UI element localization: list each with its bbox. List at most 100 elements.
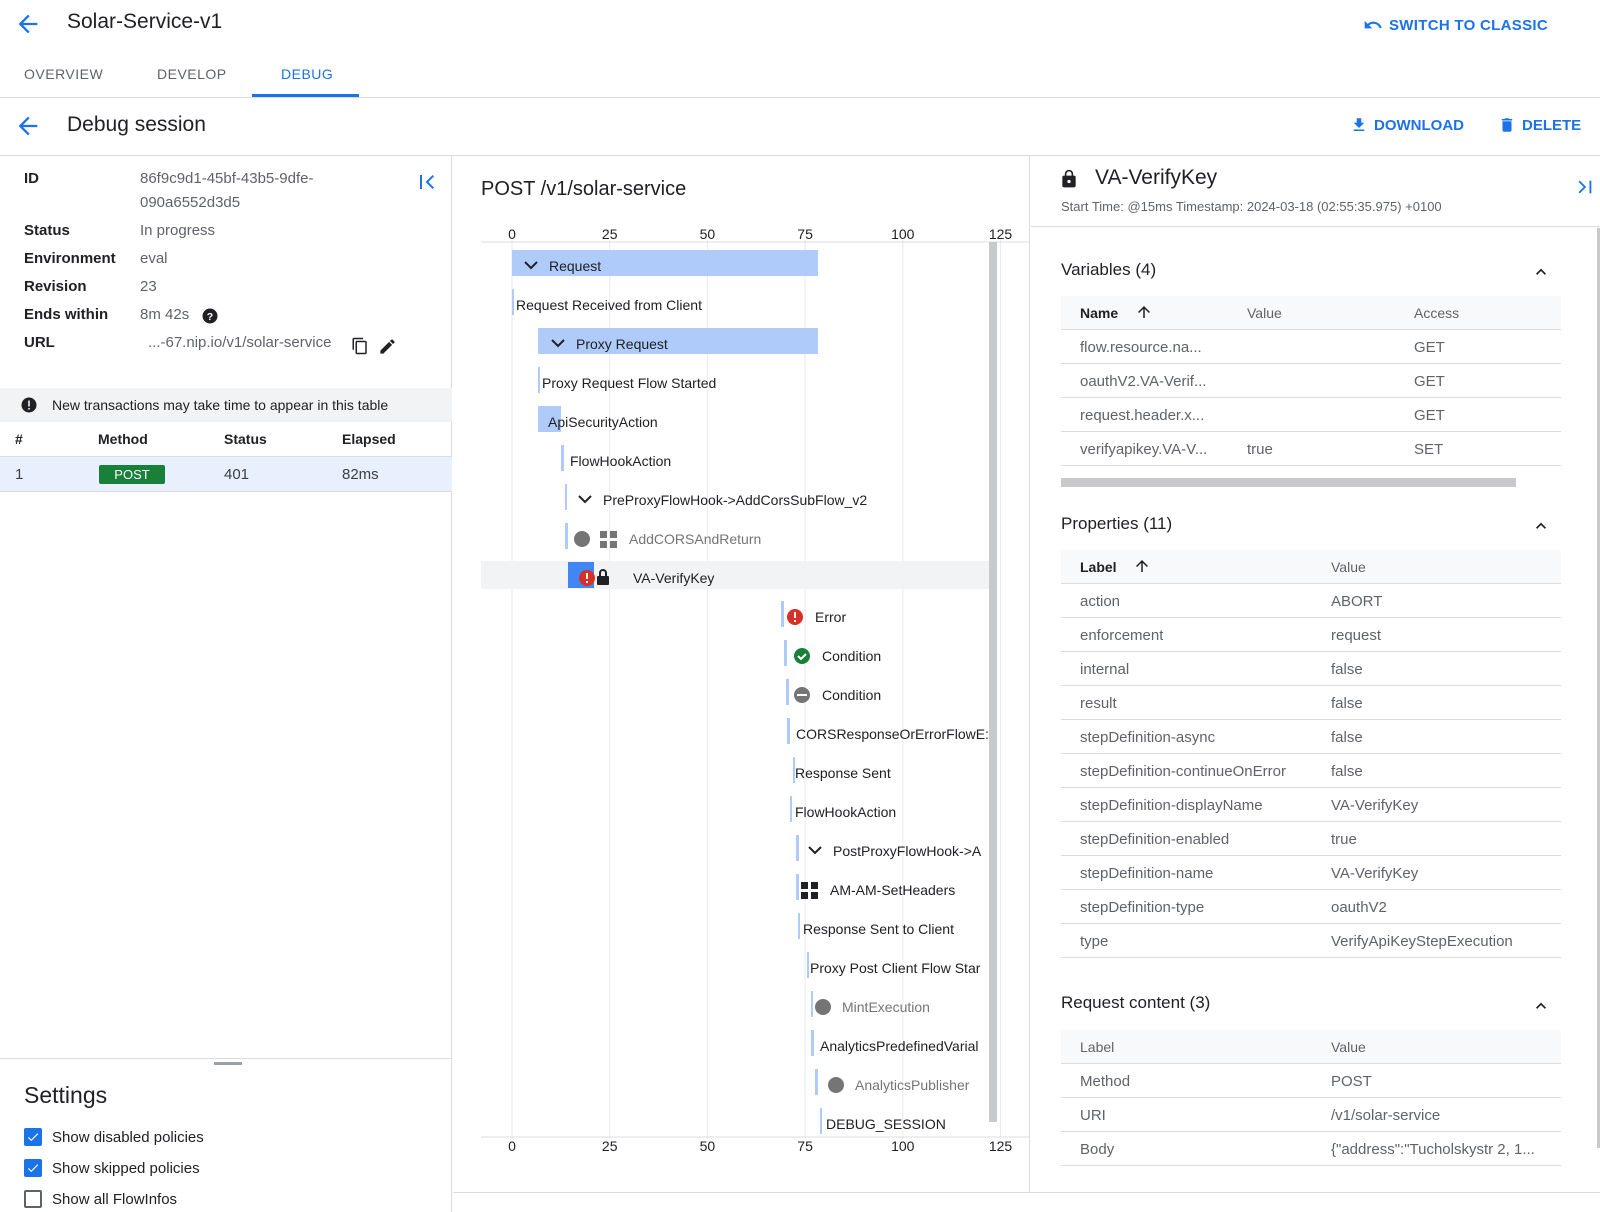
chevron-up-icon[interactable] [1531, 262, 1551, 282]
transaction-row[interactable]: 1 POST 401 82ms [0, 457, 452, 492]
col-number: # [15, 431, 23, 447]
check-icon [27, 1133, 39, 1142]
timeline-bar[interactable] [565, 523, 568, 549]
back-arrow-icon[interactable] [14, 10, 42, 38]
checkbox-unchecked[interactable] [24, 1190, 42, 1208]
show-all-flowinfos-option[interactable]: Show all FlowInfos [24, 1190, 177, 1208]
col-elapsed[interactable]: Elapsed [342, 431, 396, 447]
timeline-row-label[interactable]: MintExecution [842, 999, 930, 1015]
timeline-row-label[interactable]: CORSResponseOrErrorFlowE: [796, 726, 989, 742]
timeline-row-label[interactable]: Proxy Post Client Flow Star [810, 960, 981, 976]
timeline-row-label[interactable]: FlowHookAction [570, 453, 671, 469]
timeline-row-label[interactable]: PostProxyFlowHook->A [833, 843, 982, 859]
download-label: DOWNLOAD [1374, 116, 1464, 134]
checkbox-checked[interactable] [24, 1128, 42, 1146]
timeline-row-label[interactable]: Proxy Request [576, 336, 668, 352]
timeline-bar[interactable] [787, 718, 790, 744]
tab-overview[interactable]: OVERVIEW [24, 66, 103, 82]
timeline-bar[interactable] [561, 445, 564, 471]
timeline-row-label[interactable]: PreProxyFlowHook->AddCorsSubFlow_v2 [603, 492, 867, 508]
timeline-row-label[interactable]: Proxy Request Flow Started [542, 375, 716, 391]
timeline-row-label[interactable]: ApiSecurityAction [548, 414, 658, 430]
sort-arrow-up-icon[interactable] [1135, 303, 1153, 321]
timeline-row-label[interactable]: Response Sent to Client [803, 921, 954, 937]
variables-row: oauthV2.VA-Verif... GET [1061, 364, 1561, 398]
help-icon[interactable]: ? [201, 307, 219, 325]
timeline-row-label[interactable]: Response Sent [795, 765, 891, 781]
skipped-policy-dot-icon [574, 531, 590, 547]
show-skipped-policies-option[interactable]: Show skipped policies [24, 1159, 200, 1177]
timeline-row-label[interactable]: AnalyticsPredefinedVarial [820, 1038, 979, 1054]
properties-row: stepDefinition-continueOnError false [1061, 754, 1561, 788]
tab-debug[interactable]: DEBUG [281, 66, 333, 82]
chevron-up-icon[interactable] [1531, 516, 1551, 536]
check-circle-icon [794, 648, 810, 664]
checkbox-checked[interactable] [24, 1159, 42, 1177]
timeline-row-label[interactable]: Error [815, 609, 846, 625]
timeline-row-label[interactable]: Condition [822, 648, 881, 664]
grid-icon [801, 892, 808, 899]
row-value: VA-VerifyKey [1331, 797, 1419, 814]
timeline-row-label[interactable]: Request [549, 258, 601, 274]
timeline-bar[interactable] [781, 601, 784, 627]
timeline-bar[interactable] [796, 874, 799, 900]
timeline-row-label[interactable]: VA-VerifyKey [633, 570, 714, 586]
download-button[interactable]: DOWNLOAD [1350, 116, 1464, 134]
switch-to-classic-button[interactable]: SWITCH TO CLASSIC [1363, 15, 1548, 35]
timeline-row-label[interactable]: FlowHookAction [795, 804, 896, 820]
horizontal-scrollbar[interactable] [1061, 478, 1516, 487]
timeline-bar[interactable] [820, 1108, 822, 1134]
delete-button[interactable]: DELETE [1498, 116, 1581, 134]
timeline-bar[interactable] [784, 640, 787, 666]
properties-row: internal false [1061, 652, 1561, 686]
chevron-down-icon[interactable] [808, 846, 822, 855]
col-method[interactable]: Method [98, 431, 148, 447]
timeline-bar[interactable] [796, 835, 799, 861]
timeline-bar[interactable] [790, 796, 792, 822]
col-status[interactable]: Status [224, 431, 267, 447]
timeline-bar[interactable] [786, 679, 789, 705]
chevron-up-icon[interactable] [1531, 996, 1551, 1016]
timeline-bar[interactable] [811, 991, 813, 1017]
properties-section-title: Properties (11) [1061, 514, 1173, 533]
timeline-bar[interactable] [565, 484, 567, 510]
timeline-row-label[interactable]: DEBUG_SESSION [826, 1116, 946, 1132]
copy-icon[interactable] [351, 337, 369, 355]
skipped-policy-dot-icon [828, 1077, 844, 1093]
timeline-bar[interactable] [807, 952, 809, 978]
back-arrow-icon[interactable] [14, 112, 42, 140]
timeline-bar[interactable] [538, 367, 540, 393]
error-icon-dot [794, 620, 796, 622]
variables-section-title: Variables (4) [1061, 260, 1157, 279]
tick-label-top: 100 [891, 226, 915, 242]
timeline-row-label[interactable]: AM-AM-SetHeaders [830, 882, 955, 898]
timeline-row-label[interactable]: AnalyticsPublisher [855, 1077, 970, 1093]
properties-row: type VerifyApiKeyStepExecution [1061, 924, 1561, 958]
tick-label-bottom: 50 [700, 1138, 716, 1154]
timeline-scrollbar[interactable] [989, 242, 997, 1122]
timeline-row-label[interactable]: Request Received from Client [516, 297, 702, 313]
resize-handle[interactable] [214, 1062, 242, 1065]
sort-arrow-up-icon[interactable] [1133, 557, 1151, 575]
tick-label-bottom: 0 [508, 1138, 516, 1154]
chevron-down-icon[interactable] [578, 495, 592, 504]
col-label[interactable]: Label [1080, 559, 1117, 575]
collapse-right-icon[interactable] [1573, 176, 1595, 198]
row-value: true [1331, 831, 1357, 848]
timeline-row-label[interactable]: Condition [822, 687, 881, 703]
row-key: action [1080, 593, 1121, 610]
variables-row: flow.resource.na... GET [1061, 330, 1561, 364]
collapse-left-icon[interactable] [416, 170, 440, 194]
timeline-bar[interactable] [811, 1030, 814, 1056]
selected-row-highlight[interactable] [481, 561, 989, 589]
grid-icon [600, 531, 607, 538]
col-name[interactable]: Name [1080, 305, 1118, 321]
timeline-bar[interactable] [798, 913, 800, 939]
trash-icon [1501, 118, 1513, 132]
timeline-bar[interactable] [512, 289, 514, 315]
timeline-bar[interactable] [815, 1069, 818, 1095]
edit-pencil-icon[interactable] [378, 337, 397, 356]
tab-develop[interactable]: DEVELOP [157, 66, 227, 82]
timeline-row-label[interactable]: AddCORSAndReturn [629, 531, 761, 547]
show-disabled-policies-option[interactable]: Show disabled policies [24, 1128, 204, 1146]
